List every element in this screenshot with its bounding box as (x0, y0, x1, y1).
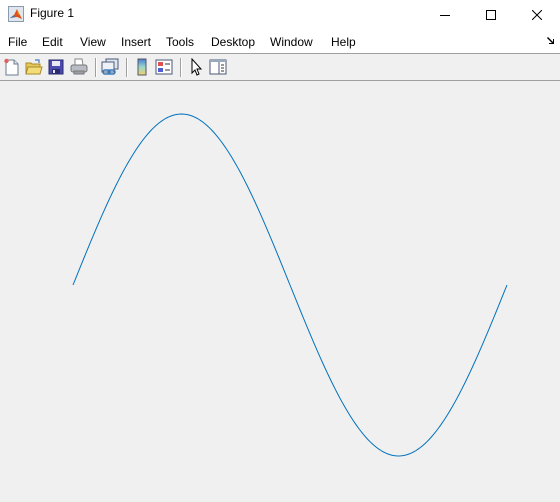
toolbar-separator (180, 58, 182, 77)
series-layer (72, 113, 508, 457)
toolbar-separator (126, 58, 128, 77)
figure-canvas[interactable] (0, 81, 560, 502)
pointer-arrow-icon (191, 57, 203, 76)
menu-insert[interactable]: Insert (121, 35, 151, 49)
maximize-icon (486, 9, 496, 20)
new-file-icon (4, 58, 19, 76)
menu-help[interactable]: Help (331, 35, 356, 49)
save-icon (48, 59, 64, 75)
link-plot-icon (101, 58, 119, 75)
close-icon (532, 9, 542, 20)
link-plot-button[interactable] (101, 58, 119, 76)
toolbar-separator (95, 58, 97, 77)
menu-tools[interactable]: Tools (166, 35, 194, 49)
minimize-icon (440, 14, 450, 16)
legend-icon (155, 59, 173, 75)
matlab-logo-icon (8, 6, 24, 22)
dock-arrow-icon[interactable] (546, 36, 556, 46)
plot-tools-icon (209, 59, 227, 75)
open-file-button[interactable] (25, 58, 43, 76)
insert-legend-button[interactable] (155, 58, 173, 76)
toolbar (0, 54, 560, 81)
print-figure-button[interactable] (70, 58, 88, 76)
series-line-sin(x)[interactable] (72, 113, 508, 457)
menu-edit[interactable]: Edit (42, 35, 63, 49)
save-figure-button[interactable] (47, 58, 65, 76)
folder-open-icon (25, 59, 43, 75)
plot-tools-button[interactable] (209, 58, 227, 76)
menu-view[interactable]: View (80, 35, 106, 49)
menu-desktop[interactable]: Desktop (211, 35, 255, 49)
new-figure-button[interactable] (3, 58, 21, 76)
printer-icon (70, 58, 88, 75)
minimize-button[interactable] (422, 0, 468, 29)
window-title: Figure 1 (30, 6, 75, 20)
menu-bar: File Edit View Insert Tools Desktop Wind… (0, 29, 560, 54)
colorbar-icon (137, 58, 147, 76)
title-bar: Figure 1 (0, 0, 560, 29)
close-button[interactable] (514, 0, 560, 29)
menu-file[interactable]: File (8, 35, 27, 49)
menu-window[interactable]: Window (270, 35, 313, 49)
maximize-button[interactable] (468, 0, 514, 29)
plot-axes (72, 113, 508, 457)
insert-colorbar-button[interactable] (133, 58, 151, 76)
edit-plot-button[interactable] (187, 57, 205, 76)
